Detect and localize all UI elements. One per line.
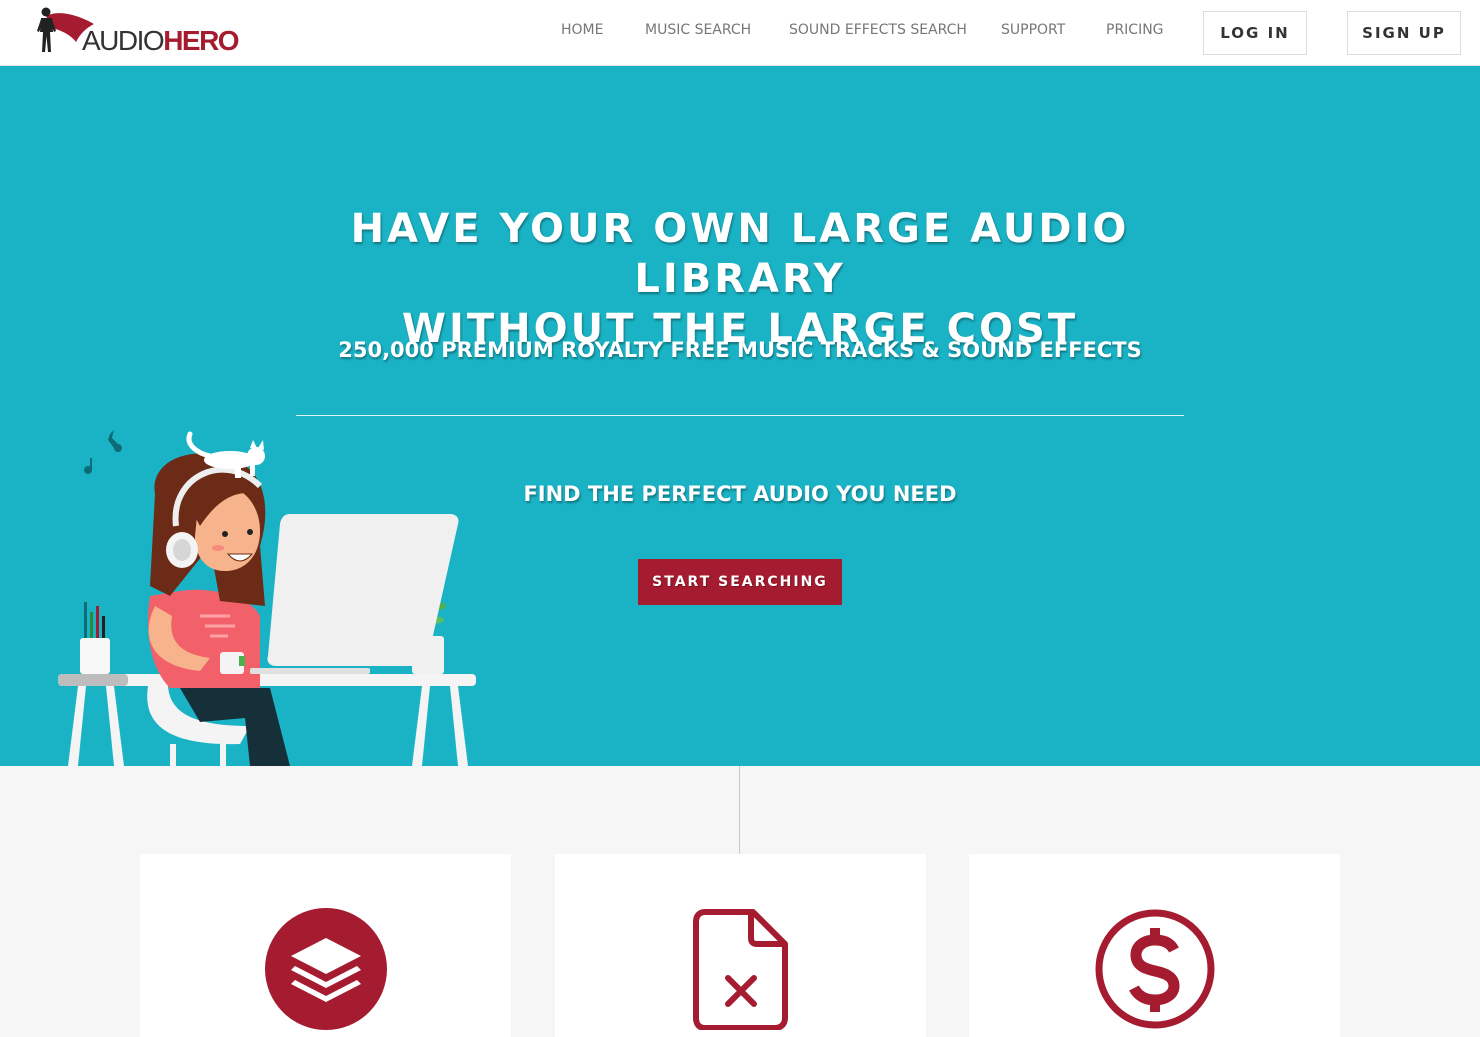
hero-find-text: FIND THE PERFECT AUDIO YOU NEED	[523, 482, 957, 506]
site-logo[interactable]: AUDIOHERO	[36, 4, 240, 58]
file-x-icon	[692, 909, 788, 1030]
hero-divider	[296, 415, 1184, 416]
nav-pricing[interactable]: PRICING	[1106, 22, 1164, 38]
feature-card-no-contract	[555, 854, 926, 1037]
signup-button[interactable]: SIGN UP	[1347, 11, 1461, 55]
start-searching-button[interactable]: START SEARCHING	[638, 559, 842, 605]
hero-title: HAVE YOUR OWN LARGE AUDIO LIBRARY WITHOU…	[240, 204, 1240, 354]
layers-icon	[264, 908, 387, 1030]
section-connector-line	[739, 766, 740, 854]
nav-music-search[interactable]: MUSIC SEARCH	[645, 22, 751, 38]
music-notes-icon	[84, 430, 122, 474]
hero-subtitle: 250,000 PREMIUM ROYALTY FREE MUSIC TRACK…	[338, 338, 1142, 362]
nav-sound-effects-search[interactable]: SOUND EFFECTS SEARCH	[789, 22, 967, 38]
hero-section: HAVE YOUR OWN LARGE AUDIO LIBRARY WITHOU…	[0, 66, 1480, 766]
hero-title-line1: HAVE YOUR OWN LARGE AUDIO LIBRARY	[350, 206, 1130, 302]
login-button[interactable]: LOG IN	[1203, 11, 1307, 55]
site-header: AUDIOHERO HOME MUSIC SEARCH SOUND EFFECT…	[0, 0, 1480, 66]
logo-hero-text: HERO	[163, 25, 239, 56]
logo-audio-text: AUDIO	[82, 25, 165, 56]
dollar-circle-icon	[1095, 909, 1214, 1029]
nav-home[interactable]: HOME	[561, 22, 603, 38]
feature-card-pricing	[969, 854, 1340, 1037]
woman-at-computer-illustration	[58, 430, 476, 766]
feature-card-library	[140, 854, 511, 1037]
logo-wordmark: AUDIOHERO	[82, 25, 240, 56]
nav-support[interactable]: SUPPORT	[1001, 22, 1065, 38]
